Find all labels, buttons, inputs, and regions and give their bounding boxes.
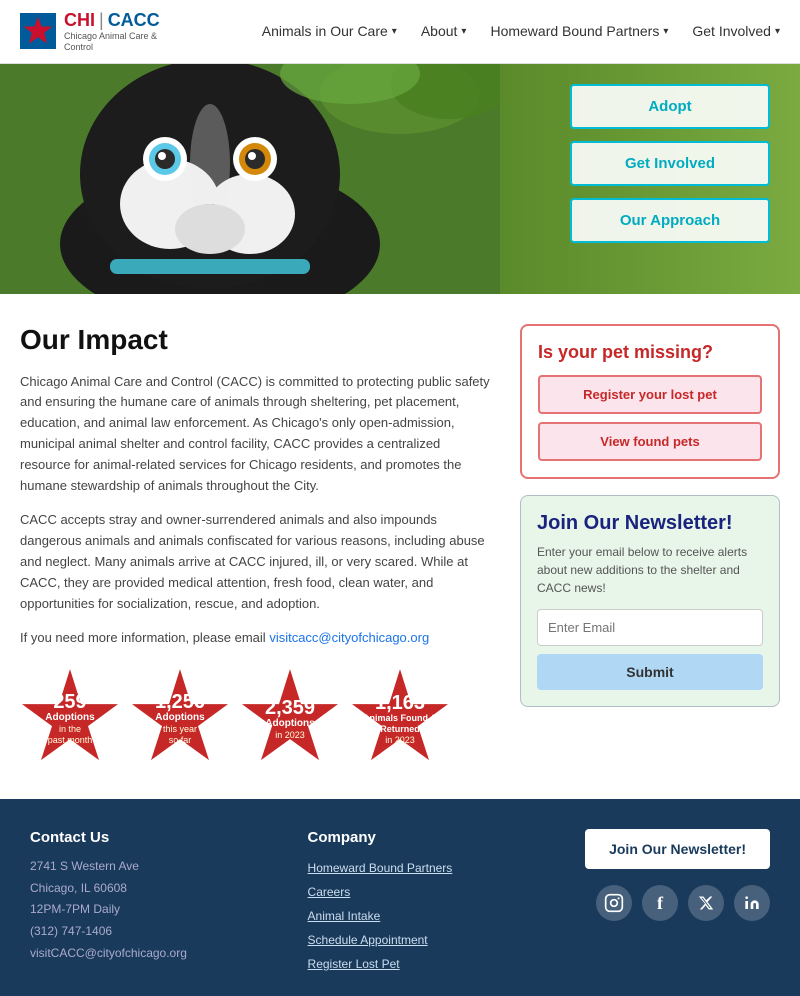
impact-paragraph-2: CACC accepts stray and owner-surrendered… — [20, 510, 490, 614]
impact-paragraph-1: Chicago Animal Care and Control (CACC) i… — [20, 372, 490, 497]
stat-sub: this yearso far — [155, 724, 205, 746]
missing-pet-card: Is your pet missing? Register your lost … — [520, 324, 780, 479]
chevron-down-icon: ▾ — [461, 26, 466, 37]
newsletter-description: Enter your email below to receive alerts… — [537, 543, 763, 597]
impact-paragraph-3: If you need more information, please ema… — [20, 628, 490, 649]
chevron-down-icon: ▾ — [392, 26, 397, 37]
nav-get-involved[interactable]: Get Involved ▾ — [692, 23, 780, 39]
register-lost-pet-button[interactable]: Register your lost pet — [538, 375, 762, 414]
footer-link-careers[interactable]: Careers — [308, 880, 546, 904]
stat-adoptions-year: 1,256 Adoptions this yearso far — [130, 669, 230, 769]
newsletter-email-input[interactable] — [537, 609, 763, 646]
hero-section: Adopt Get Involved Our Approach — [0, 64, 800, 294]
footer-link-register[interactable]: Register Lost Pet — [308, 952, 546, 976]
stat-adoptions-month: 259 Adoptions in thepast month — [20, 669, 120, 769]
impact-section: Our Impact Chicago Animal Care and Contr… — [20, 324, 490, 770]
footer-contact-title: Contact Us — [30, 829, 268, 846]
stat-number: 1,256 — [155, 692, 205, 712]
footer-newsletter-button[interactable]: Join Our Newsletter! — [585, 829, 770, 869]
newsletter-card: Join Our Newsletter! Enter your email be… — [520, 495, 780, 707]
footer-contact: Contact Us 2741 S Western Ave Chicago, I… — [30, 829, 268, 964]
impact-title: Our Impact — [20, 324, 490, 356]
nav-homeward-bound[interactable]: Homeward Bound Partners ▾ — [490, 23, 668, 39]
stat-number: 1,163 — [358, 693, 442, 713]
stat-number: 2,359 — [265, 698, 315, 718]
stat-label: Adoptions — [45, 712, 94, 724]
logo-chi: CHI — [64, 10, 95, 31]
logo-star-icon — [20, 13, 56, 49]
logo: CHI | CACC Chicago Animal Care & Control — [20, 10, 164, 53]
logo-subtitle: Chicago Animal Care & Control — [64, 31, 164, 53]
email-link[interactable]: visitcacc@cityofchicago.org — [269, 630, 429, 645]
view-found-pets-button[interactable]: View found pets — [538, 422, 762, 461]
footer-company: Company Homeward Bound Partners Careers … — [308, 829, 546, 976]
footer-links-list: Homeward Bound Partners Careers Animal I… — [308, 856, 546, 976]
right-sidebar: Is your pet missing? Register your lost … — [520, 324, 780, 770]
footer-link-intake[interactable]: Animal Intake — [308, 904, 546, 928]
newsletter-submit-button[interactable]: Submit — [537, 654, 763, 690]
nav-about[interactable]: About ▾ — [421, 23, 467, 39]
footer-link-schedule[interactable]: Schedule Appointment — [308, 928, 546, 952]
logo-cacc: CACC — [108, 10, 160, 31]
instagram-icon[interactable] — [596, 885, 632, 921]
logo-divider: | — [99, 10, 104, 31]
chevron-down-icon: ▾ — [775, 26, 780, 37]
adopt-button[interactable]: Adopt — [570, 84, 770, 129]
twitter-x-icon[interactable] — [688, 885, 724, 921]
footer-link-homeward[interactable]: Homeward Bound Partners — [308, 856, 546, 880]
stat-adoptions-2023: 2,359 Adoptions in 2023 — [240, 669, 340, 769]
stat-found-returned: 1,163 Animals Found & Returned in 2023 — [350, 669, 450, 769]
stat-sub: in 2023 — [358, 735, 442, 746]
footer-inner: Contact Us 2741 S Western Ave Chicago, I… — [30, 829, 770, 976]
stat-label: Adoptions — [265, 718, 315, 730]
hero-image — [0, 64, 520, 294]
nav-links: Animals in Our Care ▾ About ▾ Homeward B… — [262, 23, 780, 39]
get-involved-hero-button[interactable]: Get Involved — [570, 141, 770, 186]
stat-label: Animals Found & Returned — [358, 713, 442, 735]
logo-text-block: CHI | CACC Chicago Animal Care & Control — [64, 10, 164, 53]
missing-pet-title: Is your pet missing? — [538, 342, 762, 363]
stat-number: 259 — [45, 692, 94, 712]
footer-address: 2741 S Western Ave Chicago, IL 60608 12P… — [30, 856, 268, 964]
footer-company-title: Company — [308, 829, 546, 846]
social-icons: f — [596, 885, 770, 921]
stat-sub: in 2023 — [265, 730, 315, 741]
footer: Contact Us 2741 S Western Ave Chicago, I… — [0, 799, 800, 996]
main-content: Our Impact Chicago Animal Care and Contr… — [0, 294, 800, 800]
newsletter-title: Join Our Newsletter! — [537, 512, 763, 535]
facebook-icon[interactable]: f — [642, 885, 678, 921]
stat-label: Adoptions — [155, 712, 205, 724]
hero-buttons: Adopt Get Involved Our Approach — [570, 84, 770, 243]
our-approach-button[interactable]: Our Approach — [570, 198, 770, 243]
main-nav: CHI | CACC Chicago Animal Care & Control… — [0, 0, 800, 64]
stats-section: 259 Adoptions in thepast month 1,256 Ado… — [20, 669, 490, 769]
chevron-down-icon: ▾ — [663, 26, 668, 37]
linkedin-icon[interactable] — [734, 885, 770, 921]
dog-illustration — [0, 64, 520, 294]
nav-animals-in-care[interactable]: Animals in Our Care ▾ — [262, 23, 397, 39]
stat-sub: in thepast month — [45, 724, 94, 746]
footer-right: Join Our Newsletter! f — [585, 829, 770, 921]
